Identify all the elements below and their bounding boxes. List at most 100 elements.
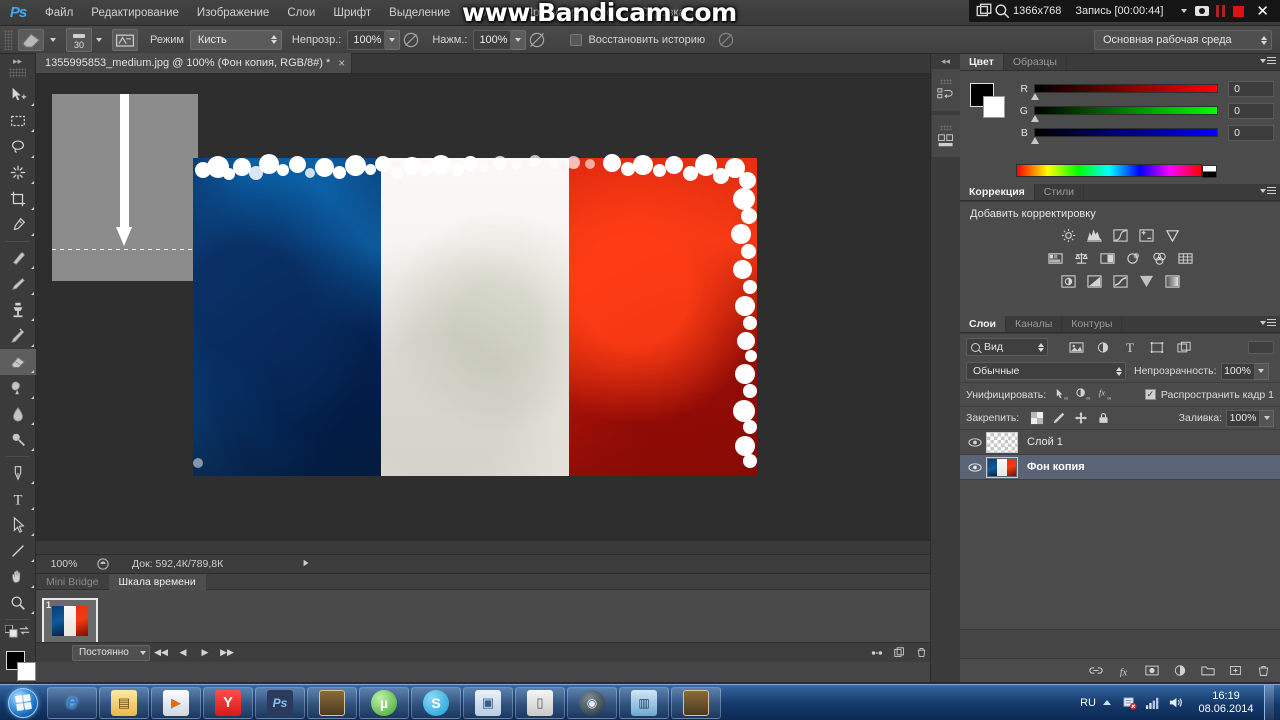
selective-color-icon[interactable]	[1163, 273, 1182, 290]
type-tool-expand-icon[interactable]	[28, 507, 34, 510]
levels-icon[interactable]	[1085, 227, 1104, 244]
channel-g-slider[interactable]	[1030, 106, 1219, 122]
link-layers-icon[interactable]	[1088, 663, 1103, 678]
pen-tool[interactable]	[0, 460, 36, 486]
blur-tool[interactable]	[0, 401, 36, 427]
propagate-frame-checkbox-box[interactable]: ✓	[1144, 389, 1156, 400]
next-frame-button[interactable]: ▶▶	[216, 643, 238, 663]
color-panel-menu-icon[interactable]	[1260, 57, 1276, 64]
color-balance-icon[interactable]	[1072, 250, 1091, 267]
path-selection-tool[interactable]	[0, 512, 36, 538]
taskbar-item-explorer[interactable]: ▤	[99, 686, 149, 719]
menu-layers[interactable]: Слои	[278, 0, 324, 26]
bandicam-screenshot-icon[interactable]	[1193, 2, 1211, 20]
options-grip[interactable]	[4, 29, 13, 50]
layer-row[interactable]: Слой 1	[960, 430, 1280, 455]
opacity-field[interactable]: 100%	[347, 29, 401, 50]
language-indicator[interactable]: RU	[1080, 697, 1096, 709]
taskbar-item-photoshop[interactable]: Ps	[255, 686, 305, 719]
threshold-icon[interactable]	[1111, 273, 1130, 290]
layer-filter-toggle[interactable]	[1248, 340, 1274, 354]
menu-image[interactable]: Изображение	[188, 0, 278, 26]
color-panel-background-swatch[interactable]	[983, 96, 1005, 118]
move-tool[interactable]	[0, 82, 36, 108]
taskbar-item-steam[interactable]: ◉	[567, 686, 617, 719]
menu-view[interactable]: Просмотр	[516, 0, 587, 26]
eraser-tool[interactable]	[0, 349, 36, 375]
current-tool-icon[interactable]	[18, 28, 44, 51]
tool-preset-dropdown[interactable]	[46, 29, 60, 51]
dodge-tool-expand-icon[interactable]	[28, 448, 34, 451]
curves-icon[interactable]	[1111, 227, 1130, 244]
unify-position-icon[interactable]: ∞	[1052, 387, 1068, 403]
color-channel-b[interactable]: B 0	[1014, 123, 1274, 144]
layer-visibility-icon[interactable]	[964, 437, 986, 448]
bandicam-pause-icon[interactable]	[1211, 2, 1229, 20]
posterize-icon[interactable]	[1085, 273, 1104, 290]
dock-collapse-icon[interactable]: ◂◂	[931, 54, 960, 68]
timeline-frames-area[interactable]: 1 0 сек. ▾ Постоянно ◀◀ ◀	[36, 590, 960, 662]
toolbar-collapse-icon[interactable]: ▸▸	[0, 54, 35, 68]
layer-row[interactable]: Фон копия	[960, 455, 1280, 480]
color-channel-r[interactable]: R 0	[1014, 79, 1274, 100]
flow-field[interactable]: 100%	[473, 29, 527, 50]
filter-pixel-layers-icon[interactable]	[1068, 339, 1084, 355]
tablet-pressure-icon[interactable]	[715, 29, 737, 51]
duplicate-frame-button[interactable]	[888, 643, 910, 663]
dodge-tool[interactable]	[0, 427, 36, 453]
line-tool[interactable]	[0, 538, 36, 564]
delete-frame-button[interactable]	[910, 643, 932, 663]
canvas-area[interactable]	[36, 74, 960, 554]
layers-list[interactable]: Слой 1 Фон копия	[960, 430, 1280, 630]
frame-thumbnail[interactable]: 1	[42, 598, 98, 644]
exposure-icon[interactable]	[1137, 227, 1156, 244]
background-color-swatch[interactable]	[17, 662, 36, 681]
menu-select[interactable]: Выделение	[380, 0, 459, 26]
mode-select[interactable]: Кисть	[189, 29, 282, 50]
show-desktop-button[interactable]	[1264, 684, 1274, 720]
taskbar-item-utorrent[interactable]: µ	[359, 686, 409, 719]
tab-paths[interactable]: Контуры	[1062, 316, 1123, 332]
channel-b-value[interactable]: 0	[1228, 124, 1274, 141]
layer-thumbnail[interactable]	[986, 431, 1018, 453]
eyedropper-tool[interactable]	[0, 212, 36, 238]
lock-image-pixels-icon[interactable]	[1051, 410, 1067, 426]
zoom-tool-expand-icon[interactable]	[28, 611, 34, 614]
menu-type[interactable]: Шрифт	[324, 0, 380, 26]
properties-panel-icon[interactable]	[931, 114, 961, 158]
fill-dropdown-icon[interactable]	[1260, 409, 1274, 427]
gradient-tool[interactable]	[0, 375, 36, 401]
fill-value[interactable]: 100%	[1226, 409, 1260, 427]
marquee-tool[interactable]	[0, 108, 36, 134]
color-spectrum-ramp[interactable]	[1016, 164, 1217, 178]
airbrush-icon[interactable]	[526, 29, 548, 51]
flow-dropdown-icon[interactable]	[511, 29, 527, 50]
tween-frames-button[interactable]	[866, 643, 888, 663]
pen-tool-expand-icon[interactable]	[28, 481, 34, 484]
tab-layers[interactable]: Слои	[960, 316, 1006, 332]
layer-visibility-icon[interactable]	[964, 462, 986, 473]
color-swatches[interactable]	[0, 649, 36, 683]
menu-filter[interactable]: Фильтр	[459, 0, 516, 26]
history-brush-tool-expand-icon[interactable]	[28, 344, 34, 347]
zoom-tool[interactable]	[0, 590, 36, 616]
tab-timeline[interactable]: Шкала времени	[108, 573, 206, 590]
taskbar-item-media-player[interactable]: ▶	[151, 686, 201, 719]
taskbar-item-photo-viewer[interactable]: ▥	[619, 686, 669, 719]
brush-preset-dropdown[interactable]	[92, 29, 106, 51]
magic-wand-tool-expand-icon[interactable]	[28, 181, 34, 184]
blend-mode-select[interactable]: Обычные	[966, 362, 1126, 380]
layer-style-icon[interactable]: fx	[1116, 663, 1131, 678]
document-close-icon[interactable]: ×	[338, 56, 345, 70]
bandicam-window-icon[interactable]	[975, 2, 993, 20]
hand-tool-expand-icon[interactable]	[28, 585, 34, 588]
line-tool-expand-icon[interactable]	[28, 559, 34, 562]
history-panel-icon[interactable]	[931, 68, 961, 112]
network-tray-icon[interactable]	[1143, 694, 1161, 712]
tab-swatches[interactable]: Образцы	[1004, 54, 1067, 70]
taskbar-item-app-portrait-1[interactable]	[307, 686, 357, 719]
history-brush-tool[interactable]	[0, 323, 36, 349]
toolbar-grip[interactable]	[9, 68, 26, 78]
layer-filter-kind-select[interactable]: Вид	[966, 338, 1048, 356]
color-panel-swatches[interactable]	[970, 83, 1005, 118]
